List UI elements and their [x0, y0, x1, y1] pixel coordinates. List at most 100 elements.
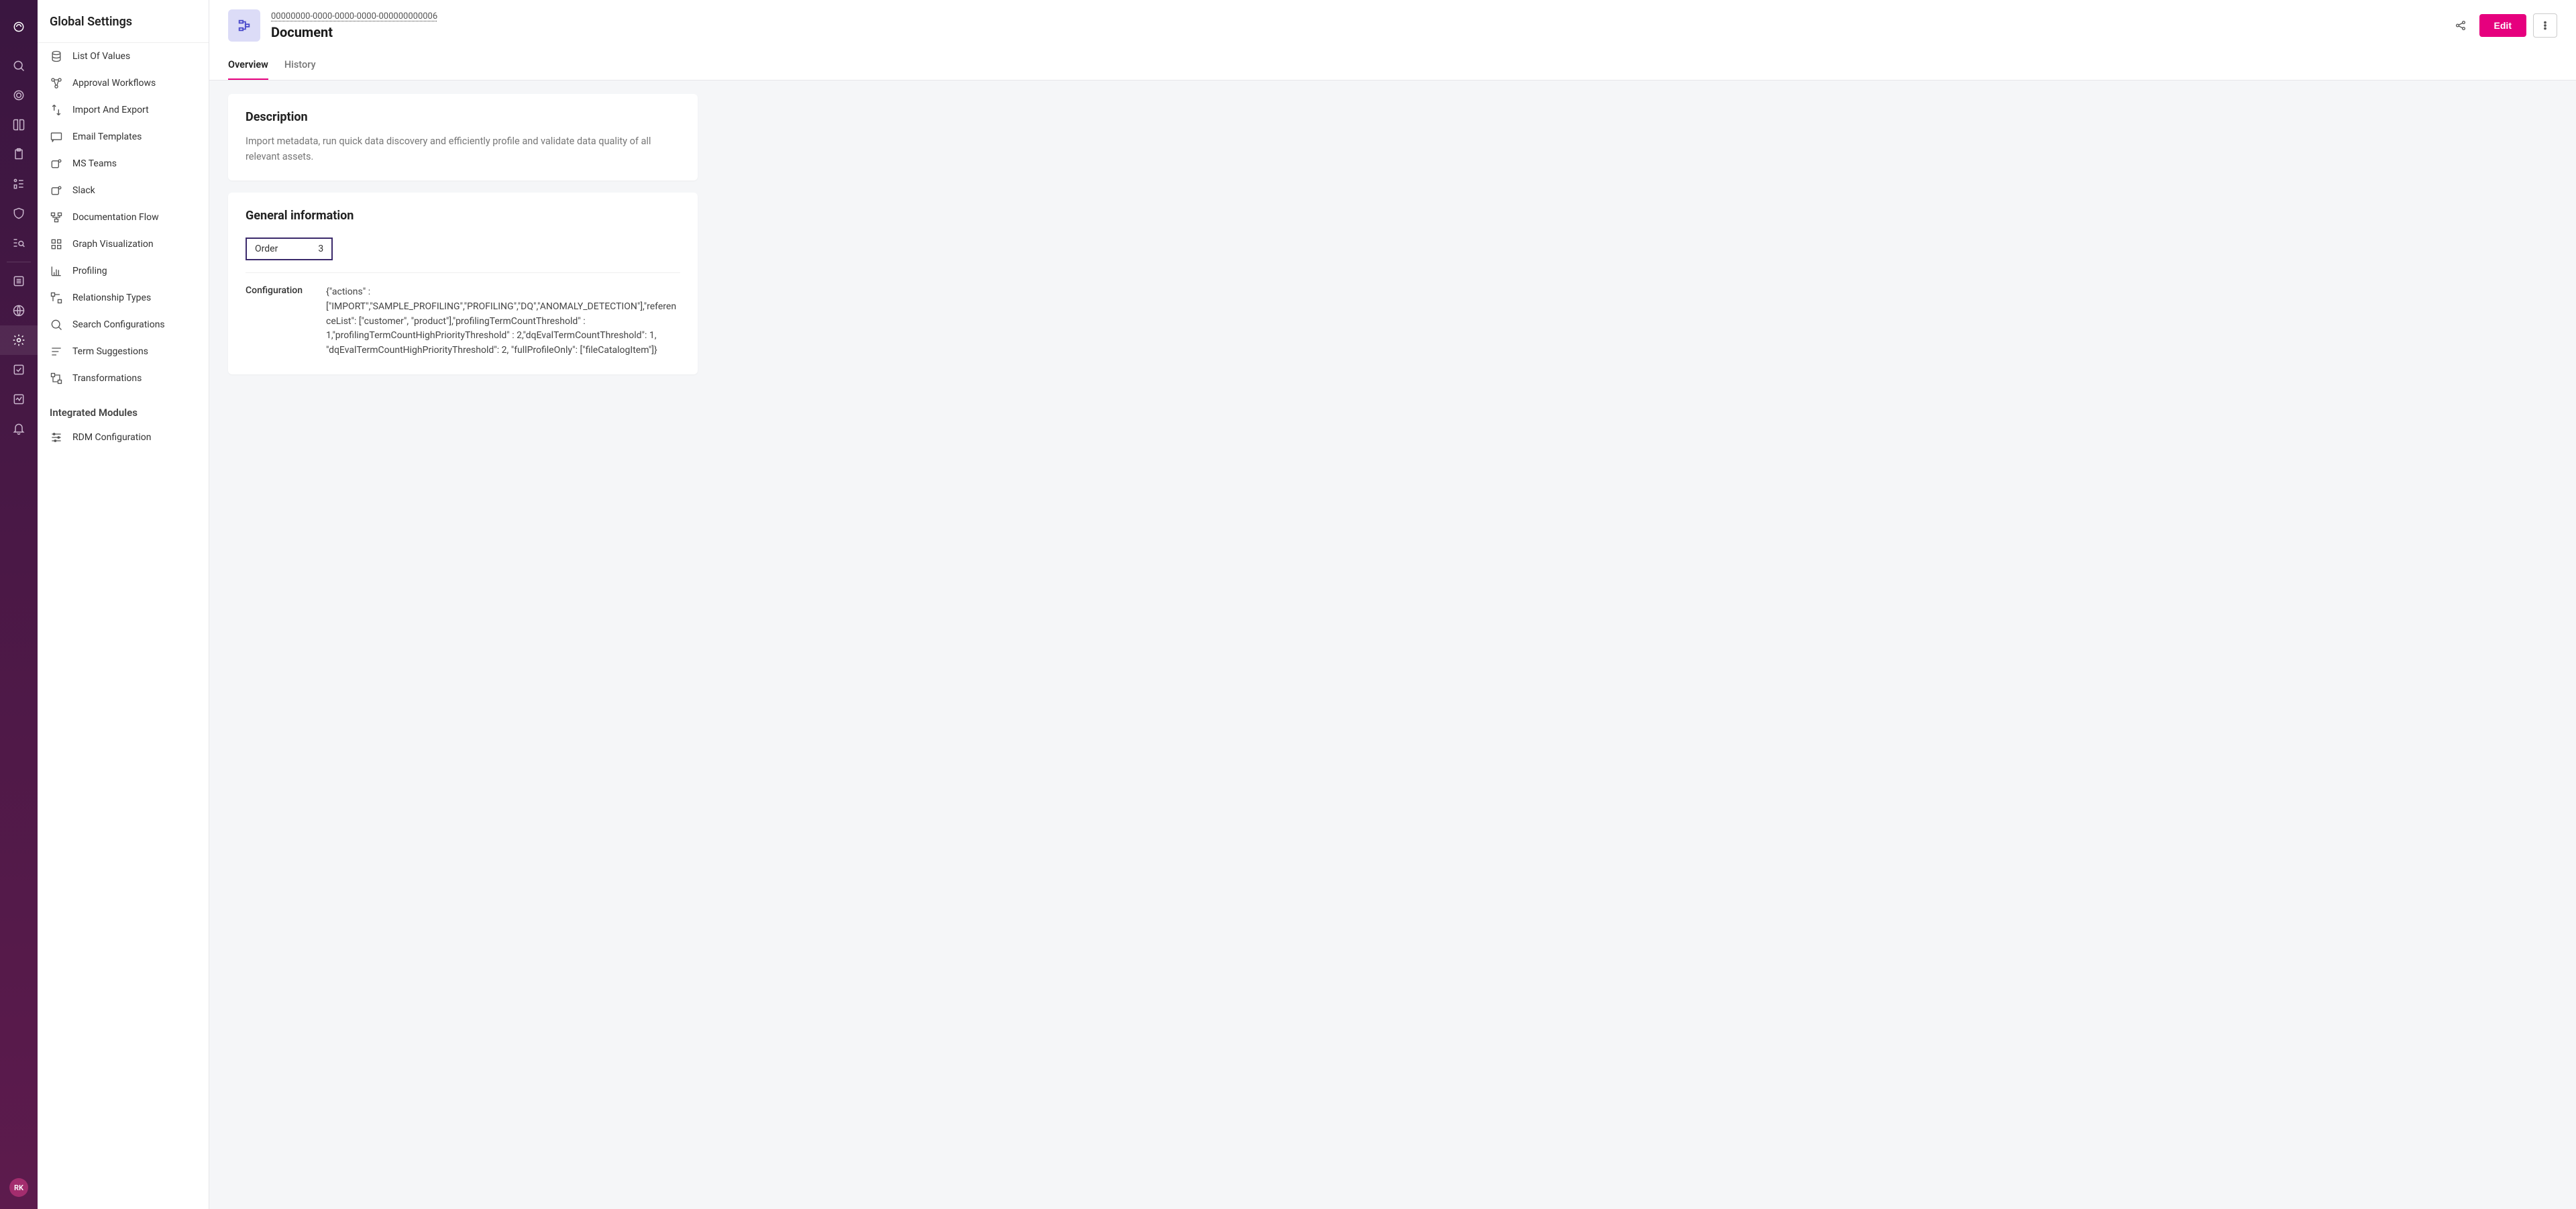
target-icon [12, 89, 25, 102]
tabs: Overview History [228, 52, 2557, 80]
sidebar: Global Settings List Of Values Approval … [38, 0, 209, 1209]
nav-notifications[interactable] [0, 414, 38, 443]
sidebar-item-list-of-values[interactable]: List Of Values [38, 43, 209, 70]
document-type-icon [228, 9, 260, 42]
lines-icon [50, 345, 63, 358]
general-info-title: General information [246, 209, 680, 223]
relationship-icon [50, 291, 63, 305]
general-info-card: General information Order 3 Configuratio… [228, 193, 698, 374]
sidebar-item-rdm-configuration[interactable]: RDM Configuration [38, 424, 209, 451]
main-content: Description Import metadata, run quick d… [209, 81, 2576, 1209]
kebab-icon [2539, 19, 2551, 32]
document-title: Document [271, 24, 2438, 40]
app-logo[interactable] [0, 8, 38, 46]
sidebar-item-label: Relationship Types [72, 293, 151, 303]
sidebar-item-label: Transformations [72, 373, 142, 384]
teams-icon [50, 157, 63, 170]
sidebar-item-slack[interactable]: Slack [38, 177, 209, 204]
description-card: Description Import metadata, run quick d… [228, 94, 698, 180]
nav-settings[interactable] [0, 325, 38, 355]
sidebar-item-email-templates[interactable]: Email Templates [38, 123, 209, 150]
sidebar-item-relationship-types[interactable]: Relationship Types [38, 284, 209, 311]
nav-monitor[interactable] [0, 384, 38, 414]
sidebar-item-label: RDM Configuration [72, 432, 151, 443]
list-icon [12, 274, 25, 288]
zoom-list-icon [12, 236, 25, 250]
sidebar-item-label: Slack [72, 185, 95, 196]
globe-icon [12, 304, 25, 317]
sidebar-item-documentation-flow[interactable]: Documentation Flow [38, 204, 209, 231]
user-avatar[interactable]: RK [9, 1178, 28, 1197]
search-icon [50, 318, 63, 331]
edit-button[interactable]: Edit [2479, 14, 2526, 37]
import-export-icon [50, 103, 63, 117]
sidebar-item-label: Import And Export [72, 105, 149, 115]
description-text: Import metadata, run quick data discover… [246, 134, 680, 164]
flow-icon [50, 211, 63, 224]
sidebar-item-label: MS Teams [72, 158, 117, 169]
transform-icon [50, 372, 63, 385]
tab-history[interactable]: History [284, 52, 316, 80]
database-icon [50, 50, 63, 63]
model-icon [12, 177, 25, 191]
tab-overview[interactable]: Overview [228, 52, 268, 80]
chart-icon [50, 264, 63, 278]
bell-icon [12, 422, 25, 435]
grid-icon [50, 238, 63, 251]
sidebar-item-profiling[interactable]: Profiling [38, 258, 209, 284]
workflow-icon [50, 76, 63, 90]
checkbox-icon [12, 363, 25, 376]
sidebar-item-label: Graph Visualization [72, 239, 154, 250]
activity-box-icon [12, 392, 25, 406]
sidebar-item-search-configurations[interactable]: Search Configurations [38, 311, 209, 338]
gear-icon [12, 333, 25, 347]
sidebar-item-label: Term Suggestions [72, 346, 148, 357]
nav-rail: RK [0, 0, 38, 1209]
sidebar-item-term-suggestions[interactable]: Term Suggestions [38, 338, 209, 365]
description-title: Description [246, 110, 680, 124]
order-field[interactable]: Order 3 [246, 238, 333, 260]
comment-icon [50, 130, 63, 144]
sidebar-item-graph-visualization[interactable]: Graph Visualization [38, 231, 209, 258]
sliders-icon [50, 431, 63, 444]
nav-glossary[interactable] [0, 110, 38, 140]
search-icon [12, 59, 25, 72]
nav-model[interactable] [0, 169, 38, 199]
nav-inspect[interactable] [0, 228, 38, 258]
configuration-label: Configuration [246, 285, 313, 296]
order-label: Order [255, 244, 278, 254]
share-icon [2455, 19, 2467, 32]
sidebar-item-label: Email Templates [72, 132, 142, 142]
nav-globe[interactable] [0, 296, 38, 325]
share-button[interactable] [2449, 13, 2473, 38]
sidebar-item-ms-teams[interactable]: MS Teams [38, 150, 209, 177]
order-value: 3 [318, 244, 323, 254]
nav-list[interactable] [0, 266, 38, 296]
nav-target[interactable] [0, 81, 38, 110]
slack-icon [50, 184, 63, 197]
sidebar-item-label: List Of Values [72, 51, 130, 62]
shield-icon [12, 207, 25, 220]
sidebar-item-import-export[interactable]: Import And Export [38, 97, 209, 123]
sidebar-body: List Of Values Approval Workflows Import… [38, 43, 209, 1209]
sidebar-item-approval-workflows[interactable]: Approval Workflows [38, 70, 209, 97]
nav-search[interactable] [0, 51, 38, 81]
divider [246, 272, 680, 273]
sidebar-title: Global Settings [38, 0, 209, 43]
sidebar-item-label: Search Configurations [72, 319, 165, 330]
main: 00000000-0000-0000-0000-000000000006 Doc… [209, 0, 2576, 1209]
document-uuid[interactable]: 00000000-0000-0000-0000-000000000006 [271, 11, 437, 23]
sidebar-item-label: Profiling [72, 266, 107, 276]
sidebar-item-transformations[interactable]: Transformations [38, 365, 209, 392]
book-icon [12, 118, 25, 132]
sidebar-section-integrated-modules: Integrated Modules [38, 392, 209, 424]
nav-clipboard[interactable] [0, 140, 38, 169]
configuration-row: Configuration {"actions" : ["IMPORT","SA… [246, 285, 680, 358]
main-header: 00000000-0000-0000-0000-000000000006 Doc… [209, 0, 2576, 81]
nav-shield[interactable] [0, 199, 38, 228]
clipboard-icon [12, 148, 25, 161]
sidebar-item-label: Documentation Flow [72, 212, 159, 223]
nav-checkbox[interactable] [0, 355, 38, 384]
more-actions-button[interactable] [2533, 13, 2557, 38]
configuration-value: {"actions" : ["IMPORT","SAMPLE_PROFILING… [326, 285, 680, 358]
